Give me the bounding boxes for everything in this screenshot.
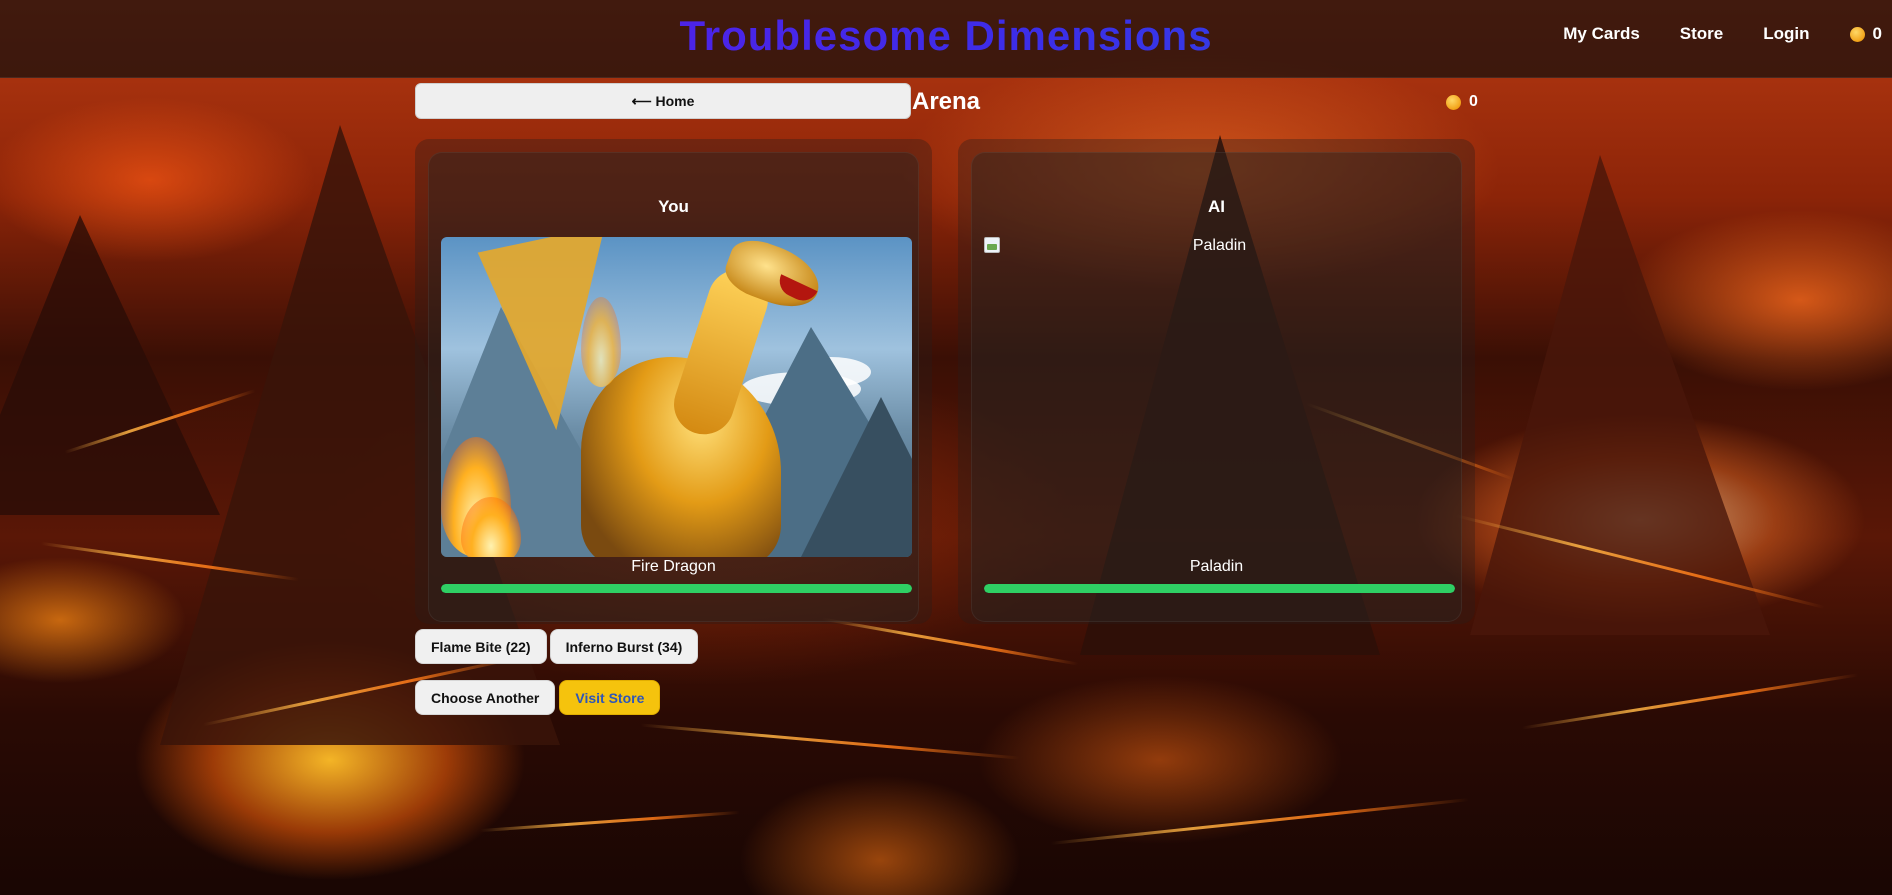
paladin-card-image: Paladin [984,237,1246,254]
opponent-card-container: AI Paladin Paladin [971,152,1462,622]
arena-controls: Choose Another Visit Store [415,680,661,715]
opponent-health-fill [984,584,1455,593]
top-navigation-bar: Troublesome Dimensions My Cards Store Lo… [0,0,1892,78]
paladin-image-alt-text: Paladin [1192,237,1247,254]
flame-bite-button[interactable]: Flame Bite (22) [415,629,547,664]
coin-icon [1849,26,1865,42]
arena-coin-value: 0 [1469,93,1478,110]
opponent-health-bar [984,584,1455,593]
player-card-name: Fire Dragon [631,558,716,575]
coin-balance-value: 0 [1872,24,1882,43]
coin-icon [1446,94,1461,110]
arena-title: Arena [912,88,981,115]
player-health-fill [441,584,912,593]
player-side-label: You [658,197,689,216]
arena-coin-balance: 0 [1446,93,1478,111]
nav-login-link[interactable]: Login [1763,24,1809,44]
main-nav: My Cards Store Login 0 [1563,24,1882,44]
inferno-burst-button[interactable]: Inferno Burst (34) [549,629,699,664]
nav-store-link[interactable]: Store [1680,24,1723,44]
home-button[interactable]: ⟵ Home [415,83,911,119]
opponent-card-name: Paladin [1189,558,1244,575]
fire-dragon-card-image [441,237,912,557]
opponent-panel: AI Paladin Paladin [958,139,1475,624]
player-health-bar [441,584,912,593]
move-buttons: Flame Bite (22) Inferno Burst (34) [415,629,699,664]
coin-balance: 0 [1849,24,1882,44]
player-panel: You Fire Dragon [415,139,932,624]
volcanic-background [0,0,1892,895]
choose-another-button[interactable]: Choose Another [415,680,556,715]
opponent-side-label: AI [1208,197,1225,216]
player-card-container: You Fire Dragon [428,152,919,622]
visit-store-button[interactable]: Visit Store [559,680,661,715]
nav-my-cards-link[interactable]: My Cards [1563,24,1640,44]
